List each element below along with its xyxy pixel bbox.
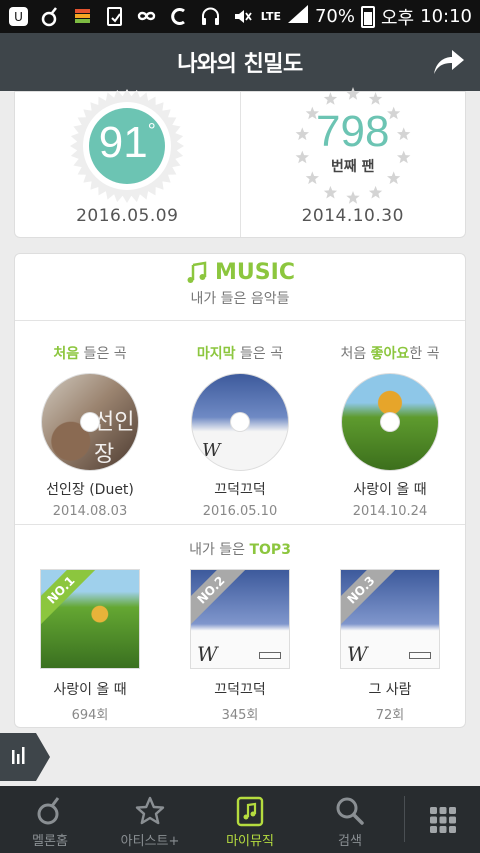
- bottom-nav: 멜론홈 아티스트+ 마이뮤직 검색: [0, 786, 480, 853]
- star-icon: [135, 796, 165, 825]
- album-cd: 선인장: [41, 373, 139, 471]
- time-ampm: 오후: [381, 7, 415, 29]
- first-liked[interactable]: 처음 좋아요한 곡 사랑이 올 때 2014.10.24: [315, 321, 465, 524]
- nav-more-menu[interactable]: [405, 786, 480, 853]
- decorative-star-icon: [368, 92, 382, 105]
- share-arrow-icon: [434, 50, 464, 74]
- grid-menu-icon: [429, 806, 456, 833]
- signal-icon: [287, 4, 309, 29]
- rank-ribbon: NO.2: [191, 570, 250, 629]
- melon-icon: [37, 797, 60, 825]
- play-count: 72회: [375, 708, 405, 723]
- first-listened[interactable]: 처음 들은 곡 선인장 선인장 (Duet) 2014.08.03: [15, 321, 165, 524]
- nav-label: 검색: [338, 834, 362, 849]
- song-title: 사랑이 올 때: [353, 482, 427, 498]
- first-liked-highlight: 좋아요: [370, 346, 410, 362]
- svg-text:U: U: [14, 10, 23, 24]
- first-liked-label: 한 곡: [409, 346, 440, 362]
- first-listened-label: 들은 곡: [79, 346, 127, 362]
- mute-icon: [232, 6, 253, 27]
- degree-value: 91: [98, 118, 148, 167]
- nav-label: 아티스트+: [120, 834, 180, 849]
- play-count: 345회: [221, 708, 259, 723]
- app-header: 나와의 친밀도: [0, 33, 480, 91]
- album-art-letter: W: [202, 440, 221, 461]
- degree-unit: °: [147, 120, 156, 142]
- fan-label: 번째 팬: [330, 159, 375, 175]
- decorative-star-icon: [368, 185, 382, 199]
- fan-rank: 798 번째 팬 2014.10.30: [239, 87, 466, 237]
- song-date: 2016.05.10: [202, 504, 278, 519]
- intimacy-degree: 91° 2016.05.09: [15, 89, 240, 237]
- share-button[interactable]: [432, 47, 466, 77]
- melon-notification-icon: [40, 6, 61, 27]
- decorative-star-icon: [346, 191, 360, 204]
- top3-highlight: TOP3: [249, 542, 291, 558]
- infinity-icon: [136, 6, 157, 27]
- top3-item[interactable]: W NO.3 그 사람 72회: [315, 569, 465, 723]
- music-note-icon: [187, 261, 207, 283]
- battery-icon: [361, 5, 375, 28]
- nav-artist-plus[interactable]: 아티스트+: [100, 786, 200, 853]
- lte-icon: LTE: [260, 10, 281, 23]
- page-title: 나와의 친밀도: [177, 52, 303, 77]
- nav-my-music[interactable]: 마이뮤직: [200, 786, 300, 853]
- time-text: 10:10: [420, 6, 472, 27]
- music-title: MUSIC: [215, 260, 295, 285]
- song-title: 선인장 (Duet): [46, 482, 134, 498]
- top3-item[interactable]: NO.1 사랑이 올 때 694회: [15, 569, 165, 723]
- c-app-icon: [168, 6, 189, 27]
- status-bar: U LTE 70% 오후 10:10: [0, 0, 480, 33]
- battery-percent: 70%: [314, 6, 355, 27]
- song-date: 2014.08.03: [52, 504, 128, 519]
- rank-ribbon: NO.1: [41, 570, 100, 629]
- song-date: 2014.10.24: [352, 504, 428, 519]
- song-title: 사랑이 올 때: [53, 682, 127, 698]
- album-cover: W NO.3: [340, 569, 440, 669]
- rank-ribbon: NO.3: [341, 570, 400, 629]
- music-header: MUSIC 내가 들은 음악들: [15, 254, 465, 321]
- first-songs-row: 처음 들은 곡 선인장 선인장 (Duet) 2014.08.03 마지막 들은…: [15, 321, 465, 525]
- fan-badge: 798 번째 팬: [292, 86, 414, 206]
- last-listened[interactable]: 마지막 들은 곡 W 끄덕끄덕 2016.05.10: [165, 321, 315, 524]
- degree-date: 2016.05.09: [76, 206, 179, 226]
- album-art-text: 선인장: [94, 410, 135, 467]
- headphones-icon: [200, 6, 221, 27]
- music-card: MUSIC 내가 들은 음악들 처음 들은 곡 선인장 선인장 (Duet) 2…: [14, 253, 466, 728]
- fan-date: 2014.10.30: [301, 206, 404, 226]
- uplus-icon: U: [8, 6, 29, 27]
- music-subtitle: 내가 들은 음악들: [190, 291, 290, 307]
- song-title: 끄덕끄덕: [214, 682, 266, 698]
- nav-label: 멜론홈: [32, 834, 68, 849]
- first-listened-highlight: 처음: [53, 346, 80, 362]
- last-listened-label: 들은 곡: [235, 346, 284, 362]
- intimacy-stats-card: 91° 2016.05.09 798 번째 팬 2014.10.30: [14, 87, 466, 238]
- song-title: 끄덕끄덕: [214, 482, 266, 498]
- nav-melon-home[interactable]: 멜론홈: [0, 786, 100, 853]
- clipboard-icon: [104, 6, 125, 27]
- nav-search[interactable]: 검색: [300, 786, 400, 853]
- degree-badge: 91°: [67, 86, 187, 206]
- music-note-icon: [236, 796, 264, 827]
- side-drawer-handle[interactable]: [0, 733, 50, 781]
- top3-item[interactable]: W NO.2 끄덕끄덕 345회: [165, 569, 315, 723]
- decorative-star-icon: [346, 87, 360, 100]
- fan-number: 798: [316, 107, 390, 156]
- top3-prefix: 내가 들은: [189, 542, 250, 558]
- last-listened-highlight: 마지막: [196, 346, 236, 362]
- top3-heading: 내가 들은 TOP3: [15, 525, 465, 559]
- first-liked-prefix: 처음: [340, 346, 371, 362]
- search-icon: [336, 797, 364, 825]
- app-notification-icon: [72, 6, 93, 27]
- play-count: 694회: [71, 708, 109, 723]
- decorative-star-icon: [323, 185, 337, 199]
- album-cover: NO.1: [40, 569, 140, 669]
- song-title: 그 사람: [368, 682, 412, 698]
- album-cd: W: [191, 373, 289, 471]
- album-cd: [341, 373, 439, 471]
- top3-list: NO.1 사랑이 올 때 694회 W NO.2 끄덕끄덕 345회 W NO.…: [15, 569, 465, 723]
- nav-label: 마이뮤직: [226, 834, 274, 849]
- album-cover: W NO.2: [190, 569, 290, 669]
- decorative-star-icon: [323, 92, 337, 105]
